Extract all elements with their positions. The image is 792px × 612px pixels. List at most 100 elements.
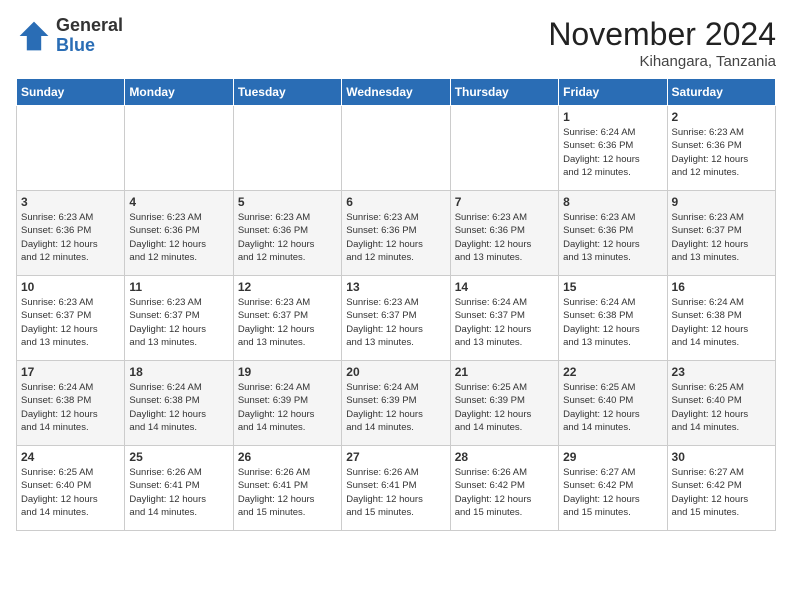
calendar-cell: 20Sunrise: 6:24 AM Sunset: 6:39 PM Dayli… <box>342 361 450 446</box>
day-info: Sunrise: 6:25 AM Sunset: 6:40 PM Dayligh… <box>672 381 771 434</box>
location-subtitle: Kihangara, Tanzania <box>548 53 776 70</box>
day-info: Sunrise: 6:25 AM Sunset: 6:40 PM Dayligh… <box>21 466 120 519</box>
calendar-cell: 19 Sunrise: 6:24 AM Sunset: 6:39 PM Dayli… <box>233 361 341 446</box>
day-number: 18 <box>129 365 228 379</box>
day-info: Sunrise: 6:23 AM Sunset: 6:37 PM Dayligh… <box>21 296 120 349</box>
day-number: 27 <box>346 450 445 464</box>
calendar-cell: 22 Sunrise: 6:25 AM Sunset: 6:40 PM Dayli… <box>559 361 667 446</box>
calendar-cell: 12 Sunrise: 6:23 AM Sunset: 6:37 PM Dayli… <box>233 276 341 361</box>
day-info: Sunrise: 6:24 AM Sunset: 6:38 PM Dayligh… <box>563 296 662 349</box>
calendar-cell: 7 Sunrise: 6:23 AM Sunset: 6:36 PM Daylig… <box>450 191 558 276</box>
calendar-week-row: 24 Sunrise: 6:25 AM Sunset: 6:40 PM Dayli… <box>17 446 776 531</box>
calendar-cell: 3Sunrise: 6:23 AM Sunset: 6:36 PM Daylig… <box>17 191 125 276</box>
calendar-cell <box>233 106 341 191</box>
day-info: Sunrise: 6:24 AM Sunset: 6:39 PM Dayligh… <box>238 381 337 434</box>
day-info: Sunrise: 6:26 AM Sunset: 6:41 PM Dayligh… <box>346 466 445 519</box>
day-info: Sunrise: 6:23 AM Sunset: 6:36 PM Dayligh… <box>672 126 771 179</box>
day-number: 21 <box>455 365 554 379</box>
day-number: 22 <box>563 365 662 379</box>
day-number: 13 <box>346 280 445 294</box>
day-info: Sunrise: 6:23 AM Sunset: 6:37 PM Dayligh… <box>346 296 445 349</box>
day-number: 12 <box>238 280 337 294</box>
day-number: 25 <box>129 450 228 464</box>
day-number: 29 <box>563 450 662 464</box>
day-number: 14 <box>455 280 554 294</box>
logo-icon <box>16 18 52 54</box>
day-info: Sunrise: 6:24 AM Sunset: 6:38 PM Dayligh… <box>672 296 771 349</box>
day-info: Sunrise: 6:23 AM Sunset: 6:37 PM Dayligh… <box>238 296 337 349</box>
day-number: 4 <box>129 195 228 209</box>
calendar-cell: 28 Sunrise: 6:26 AM Sunset: 6:42 PM Dayli… <box>450 446 558 531</box>
day-info: Sunrise: 6:23 AM Sunset: 6:36 PM Dayligh… <box>238 211 337 264</box>
calendar-week-row: 3Sunrise: 6:23 AM Sunset: 6:36 PM Daylig… <box>17 191 776 276</box>
calendar-cell: 9 Sunrise: 6:23 AM Sunset: 6:37 PM Daylig… <box>667 191 775 276</box>
day-info: Sunrise: 6:25 AM Sunset: 6:40 PM Dayligh… <box>563 381 662 434</box>
day-number: 11 <box>129 280 228 294</box>
calendar-cell: 14 Sunrise: 6:24 AM Sunset: 6:37 PM Dayli… <box>450 276 558 361</box>
calendar-cell: 26 Sunrise: 6:26 AM Sunset: 6:41 PM Dayli… <box>233 446 341 531</box>
calendar-cell: 2 Sunrise: 6:23 AM Sunset: 6:36 PM Daylig… <box>667 106 775 191</box>
day-info: Sunrise: 6:26 AM Sunset: 6:41 PM Dayligh… <box>238 466 337 519</box>
calendar-cell: 29 Sunrise: 6:27 AM Sunset: 6:42 PM Dayli… <box>559 446 667 531</box>
day-info: Sunrise: 6:23 AM Sunset: 6:37 PM Dayligh… <box>129 296 228 349</box>
calendar-cell: 23Sunrise: 6:25 AM Sunset: 6:40 PM Dayli… <box>667 361 775 446</box>
day-info: Sunrise: 6:24 AM Sunset: 6:37 PM Dayligh… <box>455 296 554 349</box>
day-number: 8 <box>563 195 662 209</box>
day-number: 28 <box>455 450 554 464</box>
day-number: 17 <box>21 365 120 379</box>
calendar-table: SundayMondayTuesdayWednesdayThursdayFrid… <box>16 78 776 531</box>
calendar-cell: 1 Sunrise: 6:24 AM Sunset: 6:36 PM Daylig… <box>559 106 667 191</box>
day-info: Sunrise: 6:26 AM Sunset: 6:42 PM Dayligh… <box>455 466 554 519</box>
day-info: Sunrise: 6:23 AM Sunset: 6:36 PM Dayligh… <box>455 211 554 264</box>
day-info: Sunrise: 6:26 AM Sunset: 6:41 PM Dayligh… <box>129 466 228 519</box>
day-info: Sunrise: 6:23 AM Sunset: 6:36 PM Dayligh… <box>346 211 445 264</box>
day-number: 15 <box>563 280 662 294</box>
page-header: General Blue November 2024 Kihangara, Ta… <box>16 16 776 70</box>
calendar-cell: 30Sunrise: 6:27 AM Sunset: 6:42 PM Dayli… <box>667 446 775 531</box>
weekday-header: Friday <box>559 79 667 106</box>
calendar-cell <box>17 106 125 191</box>
title-block: November 2024 Kihangara, Tanzania <box>548 16 776 70</box>
day-info: Sunrise: 6:24 AM Sunset: 6:36 PM Dayligh… <box>563 126 662 179</box>
calendar-cell: 18 Sunrise: 6:24 AM Sunset: 6:38 PM Dayli… <box>125 361 233 446</box>
day-info: Sunrise: 6:24 AM Sunset: 6:38 PM Dayligh… <box>129 381 228 434</box>
day-number: 6 <box>346 195 445 209</box>
calendar-cell: 5 Sunrise: 6:23 AM Sunset: 6:36 PM Daylig… <box>233 191 341 276</box>
day-number: 9 <box>672 195 771 209</box>
calendar-week-row: 17 Sunrise: 6:24 AM Sunset: 6:38 PM Dayli… <box>17 361 776 446</box>
logo-text: General Blue <box>56 16 123 56</box>
day-number: 2 <box>672 110 771 124</box>
day-number: 19 <box>238 365 337 379</box>
day-info: Sunrise: 6:25 AM Sunset: 6:39 PM Dayligh… <box>455 381 554 434</box>
calendar-cell: 21 Sunrise: 6:25 AM Sunset: 6:39 PM Dayli… <box>450 361 558 446</box>
calendar-cell <box>342 106 450 191</box>
calendar-week-row: 1 Sunrise: 6:24 AM Sunset: 6:36 PM Daylig… <box>17 106 776 191</box>
logo: General Blue <box>16 16 123 56</box>
day-number: 5 <box>238 195 337 209</box>
weekday-header: Wednesday <box>342 79 450 106</box>
weekday-header: Monday <box>125 79 233 106</box>
calendar-cell <box>125 106 233 191</box>
calendar-cell <box>450 106 558 191</box>
logo-general: General <box>56 16 123 36</box>
day-number: 24 <box>21 450 120 464</box>
day-number: 26 <box>238 450 337 464</box>
month-year-title: November 2024 <box>548 16 776 53</box>
calendar-cell: 4 Sunrise: 6:23 AM Sunset: 6:36 PM Daylig… <box>125 191 233 276</box>
day-info: Sunrise: 6:23 AM Sunset: 6:36 PM Dayligh… <box>129 211 228 264</box>
day-number: 16 <box>672 280 771 294</box>
calendar-cell: 8Sunrise: 6:23 AM Sunset: 6:36 PM Daylig… <box>559 191 667 276</box>
weekday-header: Sunday <box>17 79 125 106</box>
day-number: 7 <box>455 195 554 209</box>
weekday-header: Thursday <box>450 79 558 106</box>
calendar-cell: 10Sunrise: 6:23 AM Sunset: 6:37 PM Dayli… <box>17 276 125 361</box>
logo-blue: Blue <box>56 36 123 56</box>
calendar-cell: 11 Sunrise: 6:23 AM Sunset: 6:37 PM Dayli… <box>125 276 233 361</box>
calendar-cell: 24 Sunrise: 6:25 AM Sunset: 6:40 PM Dayli… <box>17 446 125 531</box>
weekday-header-row: SundayMondayTuesdayWednesdayThursdayFrid… <box>17 79 776 106</box>
day-info: Sunrise: 6:23 AM Sunset: 6:37 PM Dayligh… <box>672 211 771 264</box>
day-info: Sunrise: 6:27 AM Sunset: 6:42 PM Dayligh… <box>563 466 662 519</box>
calendar-cell: 25 Sunrise: 6:26 AM Sunset: 6:41 PM Dayli… <box>125 446 233 531</box>
day-number: 1 <box>563 110 662 124</box>
calendar-cell: 17Sunrise: 6:24 AM Sunset: 6:38 PM Dayli… <box>17 361 125 446</box>
